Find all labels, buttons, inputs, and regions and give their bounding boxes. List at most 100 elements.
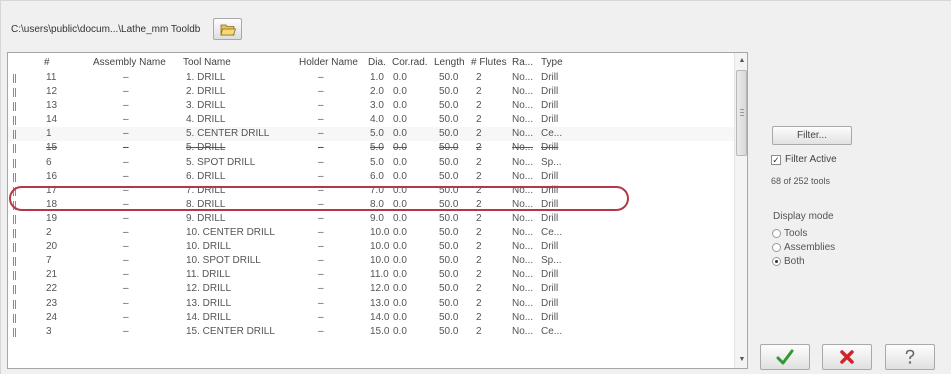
table-row[interactable]: 7 – 10. SPOT DRILL – 10.0 0.0 50.0 2 No... Sp... [8, 254, 734, 268]
table-row[interactable]: 15 – 5. DRILL – 5.0 0.0 50.0 2 No... Drill [8, 141, 734, 155]
corner-radius-cell: 0.0 [393, 212, 407, 224]
assembly-name-cell: – [123, 100, 129, 112]
tool-number-cell: 12 [46, 86, 58, 98]
flutes-cell: 2 [476, 311, 482, 323]
column-header-assembly-name[interactable]: Assembly Name [93, 57, 166, 68]
row-drag-handle-icon[interactable] [13, 130, 17, 140]
row-drag-handle-icon[interactable] [13, 229, 17, 239]
radio-tools[interactable]: Tools [772, 228, 807, 239]
table-row[interactable]: 2 – 10. CENTER DRILL – 10.0 0.0 50.0 2 No... Ce..… [8, 226, 734, 240]
table-row[interactable]: 1 – 5. CENTER DRILL – 5.0 0.0 50.0 2 No... Ce... [8, 127, 734, 142]
row-drag-handle-icon[interactable] [13, 74, 17, 83]
ra-cell: No... [512, 114, 534, 126]
row-drag-handle-icon[interactable] [13, 243, 17, 253]
type-cell: Drill [541, 297, 559, 309]
assembly-name-cell: – [123, 227, 129, 239]
scroll-down-arrow-icon[interactable]: ▼ [737, 355, 747, 365]
ra-cell: No... [512, 212, 534, 224]
column-header-flutes[interactable]: # Flutes [471, 57, 507, 68]
row-drag-handle-icon[interactable] [13, 116, 17, 126]
holder-name-cell: – [318, 170, 324, 182]
row-drag-handle-icon[interactable] [13, 200, 17, 210]
column-header-tool-name[interactable]: Tool Name [183, 57, 231, 68]
corner-radius-cell: 0.0 [393, 170, 407, 182]
column-header-number[interactable]: # [44, 57, 50, 68]
ra-cell: No... [512, 156, 534, 168]
radio-assemblies-icon[interactable] [772, 243, 781, 252]
radio-assemblies[interactable]: Assemblies [772, 242, 835, 253]
row-drag-handle-icon[interactable] [13, 271, 17, 281]
row-drag-handle-icon[interactable] [13, 299, 17, 309]
column-header-type[interactable]: Type [541, 57, 563, 68]
row-drag-handle-icon[interactable] [13, 327, 17, 337]
table-row[interactable]: 21 – 11. DRILL – 11.0 0.0 50.0 2 No... Drill [8, 268, 734, 282]
folder-open-icon [220, 24, 236, 35]
column-header-length[interactable]: Length [434, 57, 465, 68]
tool-number-cell: 24 [46, 311, 58, 323]
row-drag-handle-icon[interactable] [13, 102, 17, 112]
filter-active-checkbox[interactable]: ✓ Filter Active [771, 154, 837, 165]
scroll-up-arrow-icon[interactable]: ▲ [737, 56, 747, 66]
ra-cell: No... [512, 325, 534, 337]
table-row[interactable]: 20 – 10. DRILL – 10.0 0.0 50.0 2 No... Drill [8, 240, 734, 254]
cancel-button[interactable] [822, 344, 872, 370]
radio-tools-icon[interactable] [772, 229, 781, 238]
table-row[interactable]: 13 – 3. DRILL – 3.0 0.0 50.0 2 No... Drill [8, 99, 734, 113]
ok-button[interactable] [760, 344, 810, 370]
assembly-name-cell: – [123, 114, 129, 126]
flutes-cell: 2 [476, 142, 482, 154]
row-drag-handle-icon[interactable] [13, 186, 17, 196]
browse-library-button[interactable] [213, 18, 243, 40]
table-row[interactable]: 6 – 5. SPOT DRILL – 5.0 0.0 50.0 2 No... Sp... [8, 156, 734, 170]
holder-name-cell: – [318, 198, 324, 210]
table-row[interactable]: 3 – 15. CENTER DRILL – 15.0 0.0 50.0 2 No... Ce..… [8, 325, 734, 339]
row-drag-handle-icon[interactable] [13, 285, 17, 295]
table-row[interactable]: 22 – 12. DRILL – 12.0 0.0 50.0 2 No... Drill [8, 282, 734, 296]
row-drag-handle-icon[interactable] [13, 313, 17, 323]
row-drag-handle-icon[interactable] [13, 88, 17, 98]
help-button[interactable] [885, 344, 935, 370]
column-header-diameter[interactable]: Dia. [368, 57, 386, 68]
row-drag-handle-icon[interactable] [13, 144, 17, 154]
table-row[interactable]: 24 – 14. DRILL – 14.0 0.0 50.0 2 No... Drill [8, 311, 734, 325]
length-cell: 50.0 [439, 227, 459, 239]
type-cell: Drill [541, 72, 559, 83]
row-drag-handle-icon[interactable] [13, 158, 17, 168]
column-header-corner-radius[interactable]: Cor.rad. [392, 57, 428, 68]
radio-both-icon[interactable] [772, 257, 781, 266]
column-header-holder-name[interactable]: Holder Name [299, 57, 358, 68]
table-row[interactable]: 17 – 7. DRILL – 7.0 0.0 50.0 2 No... Drill [8, 184, 734, 198]
length-cell: 50.0 [439, 325, 459, 337]
row-drag-handle-icon[interactable] [13, 214, 17, 224]
assembly-name-cell: – [123, 283, 129, 295]
checkbox-check-icon[interactable]: ✓ [771, 154, 781, 165]
tool-number-cell: 7 [46, 255, 52, 267]
type-cell: Drill [541, 212, 559, 224]
filter-active-label: Filter Active [785, 154, 837, 165]
table-row[interactable]: 14 – 4. DRILL – 4.0 0.0 50.0 2 No... Drill [8, 113, 734, 127]
diameter-cell: 10.0 [370, 255, 390, 267]
vertical-scrollbar[interactable]: ▲ ▼ [734, 53, 747, 368]
tool-number-cell: 3 [46, 325, 52, 337]
type-cell: Ce... [541, 227, 563, 239]
tool-count: 68 of 252 tools [771, 176, 831, 186]
table-row[interactable]: 23 – 13. DRILL – 13.0 0.0 50.0 2 No... Drill [8, 297, 734, 311]
column-header-ra[interactable]: Ra... [512, 57, 533, 68]
filter-button[interactable]: Filter... [772, 126, 852, 145]
scroll-thumb[interactable] [736, 70, 747, 156]
length-cell: 50.0 [439, 311, 459, 323]
length-cell: 50.0 [439, 198, 459, 210]
row-drag-handle-icon[interactable] [13, 257, 17, 267]
radio-both[interactable]: Both [772, 256, 805, 267]
table-row[interactable]: 18 – 8. DRILL – 8.0 0.0 50.0 2 No... Drill [8, 198, 734, 212]
table-row[interactable]: 11 – 1. DRILL – 1.0 0.0 50.0 2 No... Drill [8, 71, 734, 85]
tool-list[interactable]: # Assembly Name Tool Name Holder Name Di… [7, 52, 748, 369]
row-drag-handle-icon[interactable] [13, 172, 17, 182]
corner-radius-cell: 0.0 [393, 142, 407, 154]
tool-number-cell: 21 [46, 269, 58, 281]
flutes-cell: 2 [476, 114, 482, 126]
table-row[interactable]: 19 – 9. DRILL – 9.0 0.0 50.0 2 No... Drill [8, 212, 734, 226]
table-row[interactable]: 12 – 2. DRILL – 2.0 0.0 50.0 2 No... Drill [8, 85, 734, 99]
table-row[interactable]: 16 – 6. DRILL – 6.0 0.0 50.0 2 No... Drill [8, 170, 734, 184]
tool-number-cell: 18 [46, 198, 58, 210]
